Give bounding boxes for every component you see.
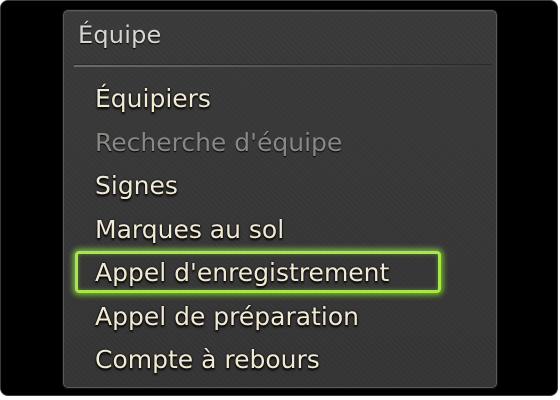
- menu-item-label: Marques au sol: [95, 214, 285, 244]
- menu-item-party-finder: Recherche d'équipe: [64, 121, 496, 165]
- menu-item-list: Équipiers Recherche d'équipe Signes Marq…: [64, 77, 496, 382]
- party-menu: Équipe Équipiers Recherche d'équipe Sign…: [63, 10, 497, 388]
- screen-frame: Équipe Équipiers Recherche d'équipe Sign…: [0, 0, 558, 396]
- menu-item-label: Équipiers: [95, 84, 211, 113]
- menu-item-ready-check[interactable]: Appel de préparation: [64, 295, 496, 339]
- menu-item-label: Compte à rebours: [95, 345, 320, 374]
- menu-title: Équipe: [78, 21, 162, 49]
- menu-item-role-check[interactable]: Appel d'enregistrement: [64, 251, 496, 295]
- menu-item-label: Appel de préparation: [95, 301, 359, 331]
- menu-item-countdown[interactable]: Compte à rebours: [64, 338, 496, 382]
- menu-item-label: Signes: [95, 171, 178, 200]
- menu-item-waymarks[interactable]: Marques au sol: [64, 208, 496, 252]
- menu-item-label: Recherche d'équipe: [95, 127, 343, 157]
- menu-divider: [74, 64, 492, 67]
- menu-item-label: Appel d'enregistrement: [95, 258, 390, 287]
- menu-item-signs[interactable]: Signes: [64, 164, 496, 208]
- menu-item-party-members[interactable]: Équipiers: [64, 77, 496, 121]
